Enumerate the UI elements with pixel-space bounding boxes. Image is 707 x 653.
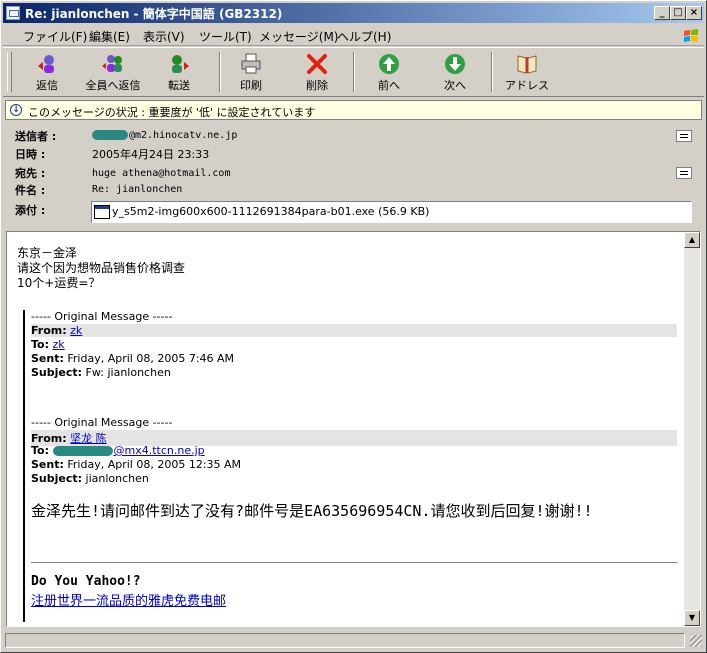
footer-link-row: 注册世界一流品质的雅虎免费电邮: [31, 590, 677, 609]
from-value: @m2.hinocatv.ne.jp: [92, 130, 237, 141]
status-pane: [5, 633, 685, 648]
toolbar-grip[interactable]: [7, 52, 12, 92]
toolbar: 返信 全員へ返信 転送 印刷 削除 前へ 次へ アドレス: [3, 47, 704, 97]
next-button[interactable]: 次へ: [427, 50, 483, 94]
to-label: 宛先 :: [15, 167, 46, 180]
menu-tools[interactable]: ツール(T): [199, 28, 252, 45]
window-title: Re: jianlonchen - 簡体字中国語 (GB2312): [25, 7, 283, 21]
status-bar: [3, 631, 704, 650]
quote-sent: Sent: Friday, April 08, 2005 12:35 AM: [31, 458, 242, 471]
footer-title: Do You Yahoo!?: [31, 574, 141, 589]
body-line: 请这个因为想物品销售价格调查: [17, 261, 186, 275]
attachment-filename[interactable]: y_s5m2-img600x600-1112691384para-b01.exe…: [112, 205, 429, 218]
menu-view[interactable]: 表示(V): [143, 28, 185, 45]
scroll-down-button[interactable]: ▼: [684, 610, 700, 626]
quote-to-link[interactable]: zk: [53, 338, 65, 351]
yahoo-mail-link[interactable]: 注册世界一流品质的雅虎免费电邮: [31, 594, 226, 609]
quote-subject: Subject: Fw: jianlonchen: [31, 366, 171, 379]
to-value: huge athena@hotmail.com: [92, 168, 231, 179]
redacted-mark: [52, 446, 113, 456]
divider-line: [31, 562, 677, 563]
redacted-mark: [92, 130, 128, 140]
envelope-icon[interactable]: [6, 6, 20, 20]
info-down-arrow-icon: ↓: [10, 104, 22, 116]
original-message-divider: ----- Original Message -----: [31, 310, 173, 323]
forward-icon: [172, 55, 189, 73]
maximize-button[interactable]: □: [670, 6, 686, 20]
message-status-bar: ↓ このメッセージの状況 : 重要度が '低' に設定されています: [5, 100, 702, 120]
message-body[interactable]: 东京－金泽 请这个因为想物品销售价格调查 10个+运费=？ ----- Orig…: [6, 231, 701, 627]
menu-edit[interactable]: 編集(E): [89, 28, 130, 45]
quote-sent: Sent: Friday, April 08, 2005 7:46 AM: [31, 352, 235, 365]
date-label: 日時 :: [15, 148, 46, 161]
delete-button[interactable]: 削除: [289, 50, 345, 94]
previous-button[interactable]: 前へ: [361, 50, 417, 94]
date-value: 2005年4月24日 23:33: [92, 148, 210, 161]
original-message-divider: ----- Original Message -----: [31, 416, 173, 429]
address-book-icon: [517, 55, 537, 74]
title-bar[interactable]: Re: jianlonchen - 簡体字中国語 (GB2312) _ □ ×: [3, 3, 704, 23]
quote-to: To: zk: [31, 338, 65, 351]
toolbar-separator: [219, 52, 221, 92]
quoted-message: ----- Original Message ----- From: zk To…: [23, 310, 679, 622]
vertical-scrollbar[interactable]: ▲ ▼: [684, 232, 700, 626]
subject-label: 件名 :: [15, 184, 46, 197]
scroll-up-button[interactable]: ▲: [684, 232, 700, 248]
close-button[interactable]: ×: [686, 6, 702, 20]
attachment-box[interactable]: y_s5m2-img600x600-1112691384para-b01.exe…: [91, 201, 692, 223]
body-line: 东京－金泽: [17, 246, 78, 260]
printer-icon: [241, 53, 261, 74]
resize-grip[interactable]: [690, 635, 702, 647]
quote-from-link[interactable]: zk: [70, 324, 82, 337]
quote-to: To: @mx4.ttcn.ne.jp: [31, 444, 205, 457]
from-expand-icon[interactable]: [676, 130, 692, 142]
menu-file[interactable]: ファイル(F): [23, 28, 87, 45]
main-message-text: 金泽先生!请问邮件到达了没有?邮件号是EA635696954CN.请您收到后回复…: [31, 502, 593, 520]
body-line: 10个+运费=？: [17, 276, 101, 290]
quote-to-link[interactable]: @mx4.ttcn.ne.jp: [114, 444, 205, 457]
menu-bar: ファイル(F) 編集(E) 表示(V) ツール(T) メッセージ(M) ヘルプ(…: [3, 25, 704, 46]
reply-icon: [38, 55, 54, 73]
from-label: 送信者 :: [15, 130, 57, 143]
delete-x-icon: [307, 54, 327, 74]
quote-from: From: zk: [31, 324, 677, 337]
menu-message[interactable]: メッセージ(M): [259, 28, 338, 45]
minimize-button[interactable]: _: [654, 6, 670, 20]
arrow-down-icon: [445, 54, 465, 74]
reply-all-button[interactable]: 全員へ返信: [85, 50, 141, 94]
quote-subject: Subject: jianlonchen: [31, 472, 149, 485]
toolbar-separator: [353, 52, 355, 92]
arrow-up-icon: [379, 54, 399, 74]
to-expand-icon[interactable]: [676, 167, 692, 179]
address-book-button[interactable]: アドレス: [499, 50, 555, 94]
forward-button[interactable]: 転送: [151, 50, 207, 94]
toolbar-separator: [491, 52, 493, 92]
menu-help[interactable]: ヘルプ(H): [337, 28, 391, 45]
application-file-icon: [94, 205, 110, 219]
reply-button[interactable]: 返信: [19, 50, 75, 94]
subject-value: Re: jianlonchen: [92, 184, 183, 195]
print-button[interactable]: 印刷: [223, 50, 279, 94]
attachment-label: 添付 :: [15, 204, 46, 217]
windows-logo-icon: [684, 29, 698, 42]
reply-all-icon: [102, 55, 122, 72]
email-window: Re: jianlonchen - 簡体字中国語 (GB2312) _ □ × …: [0, 0, 707, 653]
message-text: 东京－金泽 请这个因为想物品销售价格调查 10个+运费=？: [17, 246, 677, 291]
